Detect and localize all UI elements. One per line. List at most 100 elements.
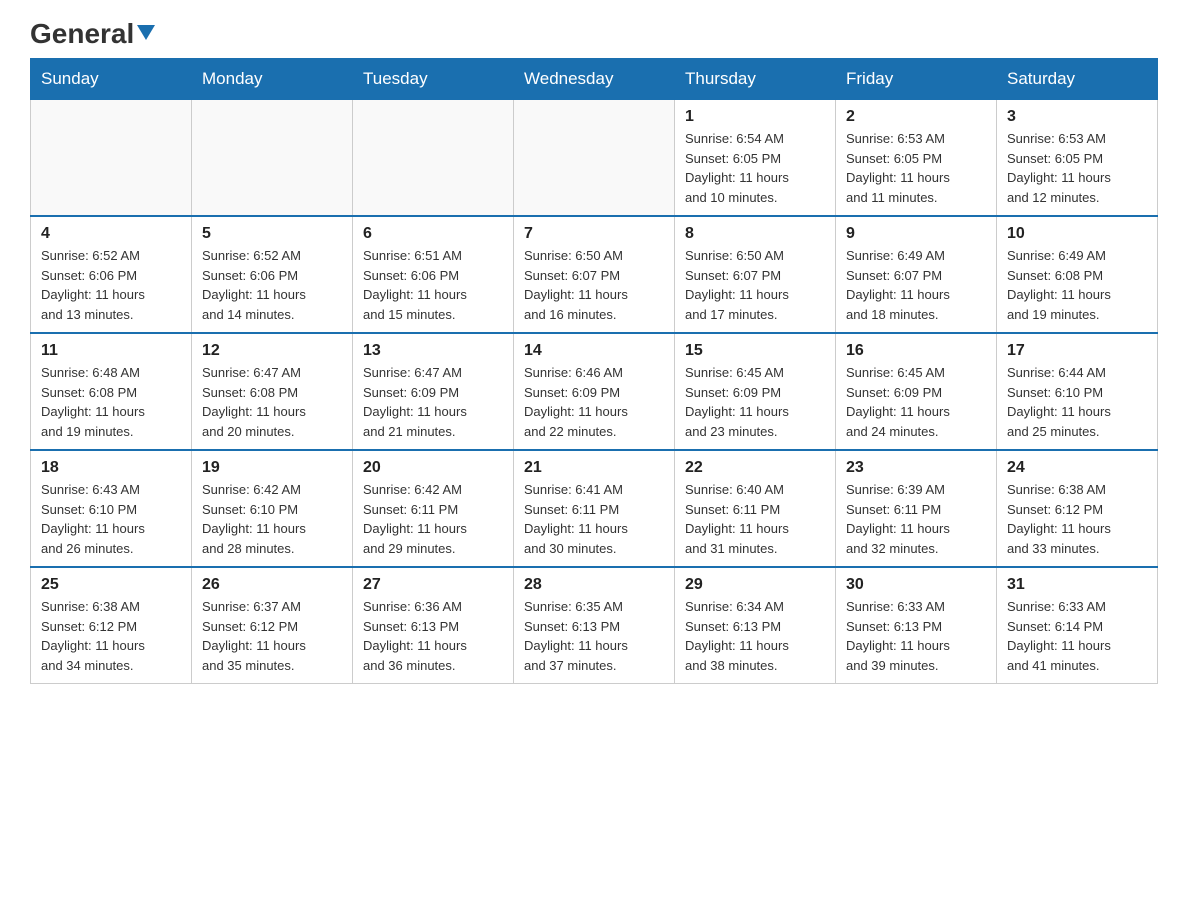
day-info: Sunrise: 6:34 AM Sunset: 6:13 PM Dayligh… (685, 597, 825, 675)
logo-general-text: General (30, 20, 155, 48)
day-number: 23 (846, 459, 986, 477)
calendar-cell: 7 Sunrise: 6:50 AM Sunset: 6:07 PM Daylig… (514, 216, 675, 333)
calendar-cell (353, 100, 514, 217)
day-number: 30 (846, 576, 986, 594)
calendar-week-5: 25 Sunrise: 6:38 AM Sunset: 6:12 PM Dayli… (31, 567, 1158, 684)
day-info: Sunrise: 6:52 AM Sunset: 6:06 PM Dayligh… (202, 246, 342, 324)
day-number: 14 (524, 342, 664, 360)
day-info: Sunrise: 6:47 AM Sunset: 6:09 PM Dayligh… (363, 363, 503, 441)
day-number: 13 (363, 342, 503, 360)
day-info: Sunrise: 6:47 AM Sunset: 6:08 PM Dayligh… (202, 363, 342, 441)
day-info: Sunrise: 6:38 AM Sunset: 6:12 PM Dayligh… (41, 597, 181, 675)
day-number: 21 (524, 459, 664, 477)
day-info: Sunrise: 6:39 AM Sunset: 6:11 PM Dayligh… (846, 480, 986, 558)
day-number: 24 (1007, 459, 1147, 477)
day-number: 3 (1007, 108, 1147, 126)
calendar-cell: 3Sunrise: 6:53 AM Sunset: 6:05 PM Daylig… (997, 100, 1158, 217)
day-info: Sunrise: 6:48 AM Sunset: 6:08 PM Dayligh… (41, 363, 181, 441)
day-number: 4 (41, 225, 181, 243)
day-number: 10 (1007, 225, 1147, 243)
calendar-cell: 6 Sunrise: 6:51 AM Sunset: 6:06 PM Daylig… (353, 216, 514, 333)
day-number: 6 (363, 225, 503, 243)
day-info: Sunrise: 6:37 AM Sunset: 6:12 PM Dayligh… (202, 597, 342, 675)
calendar-cell: 10 Sunrise: 6:49 AM Sunset: 6:08 PM Dayli… (997, 216, 1158, 333)
day-info: Sunrise: 6:36 AM Sunset: 6:13 PM Dayligh… (363, 597, 503, 675)
day-number: 28 (524, 576, 664, 594)
day-info: Sunrise: 6:54 AM Sunset: 6:05 PM Dayligh… (685, 129, 825, 207)
day-number: 31 (1007, 576, 1147, 594)
day-number: 15 (685, 342, 825, 360)
day-number: 18 (41, 459, 181, 477)
day-header-saturday: Saturday (997, 59, 1158, 100)
calendar-cell (514, 100, 675, 217)
calendar-week-2: 4 Sunrise: 6:52 AM Sunset: 6:06 PM Daylig… (31, 216, 1158, 333)
calendar-cell (31, 100, 192, 217)
day-info: Sunrise: 6:49 AM Sunset: 6:08 PM Dayligh… (1007, 246, 1147, 324)
day-info: Sunrise: 6:35 AM Sunset: 6:13 PM Dayligh… (524, 597, 664, 675)
day-number: 7 (524, 225, 664, 243)
day-info: Sunrise: 6:50 AM Sunset: 6:07 PM Dayligh… (524, 246, 664, 324)
day-info: Sunrise: 6:41 AM Sunset: 6:11 PM Dayligh… (524, 480, 664, 558)
calendar-cell: 11 Sunrise: 6:48 AM Sunset: 6:08 PM Dayli… (31, 333, 192, 450)
day-info: Sunrise: 6:42 AM Sunset: 6:11 PM Dayligh… (363, 480, 503, 558)
day-info: Sunrise: 6:45 AM Sunset: 6:09 PM Dayligh… (685, 363, 825, 441)
day-info: Sunrise: 6:51 AM Sunset: 6:06 PM Dayligh… (363, 246, 503, 324)
calendar-cell: 20 Sunrise: 6:42 AM Sunset: 6:11 PM Dayli… (353, 450, 514, 567)
calendar-cell: 2 Sunrise: 6:53 AM Sunset: 6:05 PM Daylig… (836, 100, 997, 217)
page-header: General (30, 20, 1158, 48)
calendar-cell: 4 Sunrise: 6:52 AM Sunset: 6:06 PM Daylig… (31, 216, 192, 333)
day-header-friday: Friday (836, 59, 997, 100)
day-header-monday: Monday (192, 59, 353, 100)
day-number: 11 (41, 342, 181, 360)
day-number: 5 (202, 225, 342, 243)
calendar-cell: 22 Sunrise: 6:40 AM Sunset: 6:11 PM Dayli… (675, 450, 836, 567)
calendar-week-3: 11 Sunrise: 6:48 AM Sunset: 6:08 PM Dayli… (31, 333, 1158, 450)
day-number: 9 (846, 225, 986, 243)
day-info: Sunrise: 6:42 AM Sunset: 6:10 PM Dayligh… (202, 480, 342, 558)
day-info: Sunrise: 6:46 AM Sunset: 6:09 PM Dayligh… (524, 363, 664, 441)
day-info: Sunrise: 6:50 AM Sunset: 6:07 PM Dayligh… (685, 246, 825, 324)
day-number: 19 (202, 459, 342, 477)
calendar-cell: 8 Sunrise: 6:50 AM Sunset: 6:07 PM Daylig… (675, 216, 836, 333)
calendar-table: SundayMondayTuesdayWednesdayThursdayFrid… (30, 58, 1158, 684)
day-number: 16 (846, 342, 986, 360)
day-number: 27 (363, 576, 503, 594)
day-number: 22 (685, 459, 825, 477)
day-number: 8 (685, 225, 825, 243)
calendar-cell: 28 Sunrise: 6:35 AM Sunset: 6:13 PM Dayli… (514, 567, 675, 684)
day-info: Sunrise: 6:53 AM Sunset: 6:05 PM Dayligh… (846, 129, 986, 207)
calendar-cell: 23 Sunrise: 6:39 AM Sunset: 6:11 PM Dayli… (836, 450, 997, 567)
day-number: 25 (41, 576, 181, 594)
calendar-cell: 30 Sunrise: 6:33 AM Sunset: 6:13 PM Dayli… (836, 567, 997, 684)
calendar-cell: 21 Sunrise: 6:41 AM Sunset: 6:11 PM Dayli… (514, 450, 675, 567)
day-number: 12 (202, 342, 342, 360)
day-info: Sunrise: 6:43 AM Sunset: 6:10 PM Dayligh… (41, 480, 181, 558)
calendar-week-1: 1Sunrise: 6:54 AM Sunset: 6:05 PM Daylig… (31, 100, 1158, 217)
calendar-cell: 1Sunrise: 6:54 AM Sunset: 6:05 PM Daylig… (675, 100, 836, 217)
day-number: 2 (846, 108, 986, 126)
calendar-cell: 25 Sunrise: 6:38 AM Sunset: 6:12 PM Dayli… (31, 567, 192, 684)
calendar-cell: 17Sunrise: 6:44 AM Sunset: 6:10 PM Dayli… (997, 333, 1158, 450)
day-number: 29 (685, 576, 825, 594)
day-info: Sunrise: 6:40 AM Sunset: 6:11 PM Dayligh… (685, 480, 825, 558)
calendar-cell: 26 Sunrise: 6:37 AM Sunset: 6:12 PM Dayli… (192, 567, 353, 684)
day-info: Sunrise: 6:38 AM Sunset: 6:12 PM Dayligh… (1007, 480, 1147, 558)
calendar-cell: 27 Sunrise: 6:36 AM Sunset: 6:13 PM Dayli… (353, 567, 514, 684)
day-info: Sunrise: 6:52 AM Sunset: 6:06 PM Dayligh… (41, 246, 181, 324)
day-header-thursday: Thursday (675, 59, 836, 100)
day-header-tuesday: Tuesday (353, 59, 514, 100)
calendar-cell: 13 Sunrise: 6:47 AM Sunset: 6:09 PM Dayli… (353, 333, 514, 450)
calendar-header-row: SundayMondayTuesdayWednesdayThursdayFrid… (31, 59, 1158, 100)
day-number: 20 (363, 459, 503, 477)
day-info: Sunrise: 6:33 AM Sunset: 6:13 PM Dayligh… (846, 597, 986, 675)
day-info: Sunrise: 6:49 AM Sunset: 6:07 PM Dayligh… (846, 246, 986, 324)
day-header-sunday: Sunday (31, 59, 192, 100)
day-number: 17 (1007, 342, 1147, 360)
calendar-week-4: 18 Sunrise: 6:43 AM Sunset: 6:10 PM Dayli… (31, 450, 1158, 567)
calendar-cell: 12 Sunrise: 6:47 AM Sunset: 6:08 PM Dayli… (192, 333, 353, 450)
day-number: 26 (202, 576, 342, 594)
calendar-cell: 16Sunrise: 6:45 AM Sunset: 6:09 PM Dayli… (836, 333, 997, 450)
day-header-wednesday: Wednesday (514, 59, 675, 100)
calendar-cell: 14 Sunrise: 6:46 AM Sunset: 6:09 PM Dayli… (514, 333, 675, 450)
calendar-cell: 5 Sunrise: 6:52 AM Sunset: 6:06 PM Daylig… (192, 216, 353, 333)
